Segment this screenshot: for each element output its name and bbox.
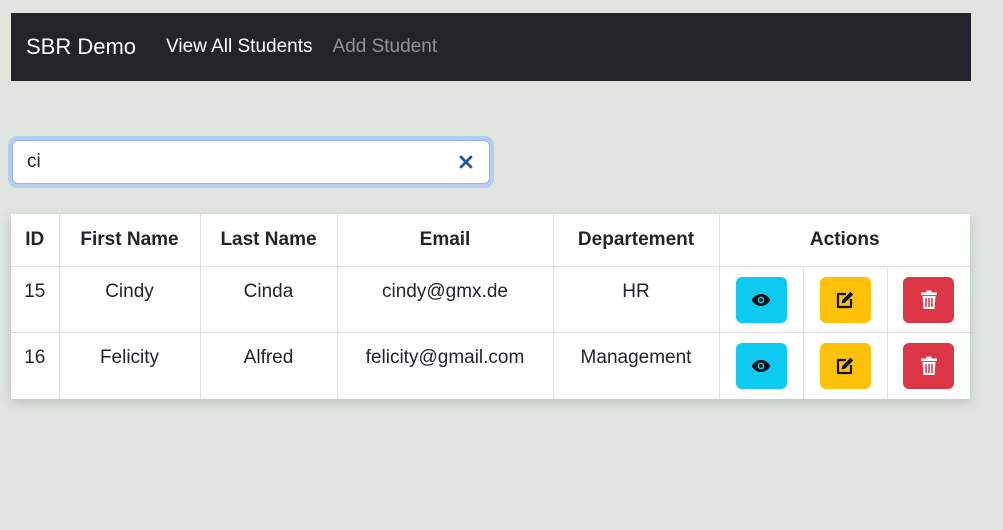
edit-button[interactable] xyxy=(819,277,871,323)
brand-title[interactable]: SBR Demo xyxy=(26,34,136,60)
cell-last-name: Alfred xyxy=(199,332,338,399)
edit-button[interactable] xyxy=(819,343,871,389)
cell-id: 15 xyxy=(11,266,60,333)
cell-first-name: Felicity xyxy=(58,332,201,399)
header-email: Email xyxy=(336,214,554,267)
search-box xyxy=(12,140,490,184)
trash-icon xyxy=(920,356,937,375)
header-first-name: First Name xyxy=(58,214,201,267)
trash-icon xyxy=(920,290,937,309)
delete-cell xyxy=(886,266,970,333)
eye-icon xyxy=(751,360,771,372)
edit-icon xyxy=(836,291,854,309)
search-focus-ring xyxy=(8,136,494,188)
header-id: ID xyxy=(11,214,60,267)
nav-view-all-students[interactable]: View All Students xyxy=(166,36,312,58)
header-last-name: Last Name xyxy=(199,214,338,267)
nav-add-student[interactable]: Add Student xyxy=(333,36,438,58)
view-cell xyxy=(718,332,804,399)
search-input[interactable] xyxy=(27,151,455,173)
delete-button[interactable] xyxy=(903,277,955,323)
table-header-row: ID First Name Last Name Email Departemen… xyxy=(11,214,970,267)
navbar: SBR Demo View All Students Add Student xyxy=(11,13,971,81)
close-icon[interactable] xyxy=(455,151,477,173)
table-row: 16 Felicity Alfred felicity@gmail.com Ma… xyxy=(11,332,970,399)
cell-email: cindy@gmx.de xyxy=(336,266,554,333)
header-actions: Actions xyxy=(718,214,970,267)
cell-id: 16 xyxy=(11,332,60,399)
cell-department: HR xyxy=(552,266,720,333)
edit-cell xyxy=(802,266,888,333)
students-table: ID First Name Last Name Email Departemen… xyxy=(11,214,970,399)
cell-last-name: Cinda xyxy=(199,266,338,333)
view-cell xyxy=(718,266,804,333)
view-button[interactable] xyxy=(735,343,787,389)
delete-button[interactable] xyxy=(903,343,955,389)
edit-cell xyxy=(802,332,888,399)
edit-icon xyxy=(836,357,854,375)
eye-icon xyxy=(751,294,771,306)
header-department: Departement xyxy=(552,214,720,267)
students-table-card: ID First Name Last Name Email Departemen… xyxy=(11,214,970,399)
view-button[interactable] xyxy=(735,277,787,323)
cell-department: Management xyxy=(552,332,720,399)
table-row: 15 Cindy Cinda cindy@gmx.de HR xyxy=(11,266,970,333)
cell-first-name: Cindy xyxy=(58,266,201,333)
delete-cell xyxy=(886,332,970,399)
cell-email: felicity@gmail.com xyxy=(336,332,554,399)
